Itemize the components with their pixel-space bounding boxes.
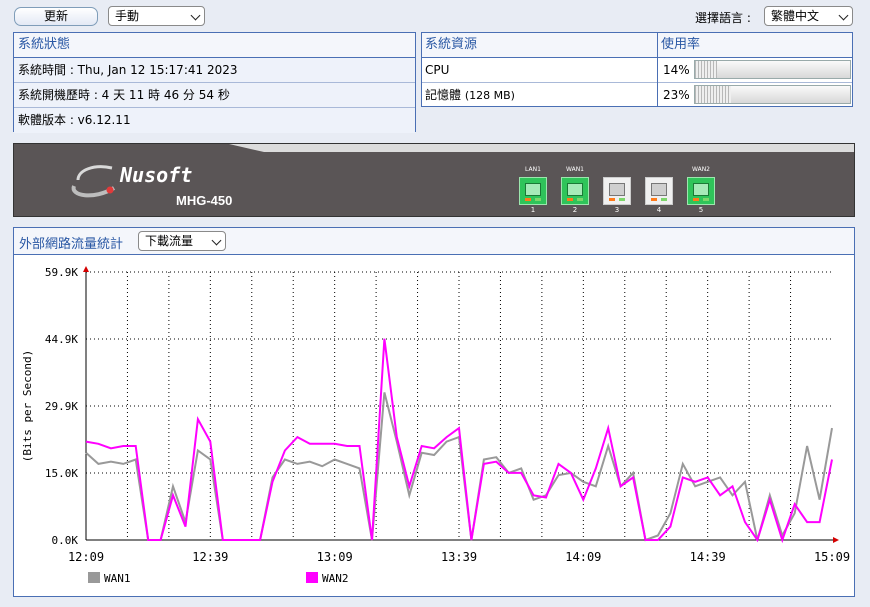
port-label: WAN1 [565,166,584,173]
legend-swatch [88,572,100,583]
series-line-wan1 [85,392,833,542]
chevron-down-icon [838,10,849,21]
language-value: 繁體中文 [771,9,820,23]
x-tick-label: 12:39 [192,550,228,564]
system-time: 系統時間 : Thu, Jan 12 15:17:41 2023 [14,58,415,83]
y-tick-label: 44.9K [45,333,78,346]
system-status-panel: 系統狀態 系統時間 : Thu, Jan 12 15:17:41 2023 系統… [13,32,416,133]
port-label: LAN1 [525,166,541,173]
port-number: 1 [530,206,536,214]
ethernet-port-icon [645,177,673,205]
refresh-mode-value: 手動 [115,9,140,23]
port-number: 5 [698,206,704,214]
port-label: WAN2 [691,166,710,173]
system-status-header: 系統狀態 [14,33,415,58]
y-tick-label: 0.0K [52,534,79,547]
y-tick-label: 59.9K [45,266,78,279]
svg-text:Nusoft: Nusoft [119,163,192,187]
x-tick-label: 13:09 [317,550,353,564]
legend-label: WAN2 [322,572,349,585]
memory-usage-value: 23% [663,88,690,102]
refresh-mode-select[interactable]: 手動 [108,6,205,26]
resources-header: 系統資源 [422,33,657,58]
traffic-direction-value: 下載流量 [145,234,194,248]
legend-swatch [306,572,318,583]
ethernet-port-icon [519,177,547,205]
port-number: 3 [614,206,620,214]
ethernet-port-icon [603,177,631,205]
y-axis-label: (Bits per Second) [21,350,34,463]
y-tick-label: 15.0K [45,467,78,480]
cpu-usage-value: 14% [663,63,690,77]
port-number: 2 [572,206,578,214]
x-axis-arrow-icon [833,537,839,543]
chevron-down-icon [190,10,201,21]
software-version: 軟體版本 : v6.12.11 [14,108,415,133]
cpu-label: CPU [425,63,450,77]
usage-header: 使用率 [658,33,852,58]
device-model: MHG-450 [176,193,233,208]
traffic-panel: 外部網路流量統計 下載流量 0.0K 15.0K 29.9K 44.9K 59.9K 12… [13,227,855,597]
refresh-button[interactable]: 更新 [14,7,98,26]
x-tick-label: 12:09 [68,550,104,564]
chevron-down-icon [211,235,222,246]
language-select[interactable]: 繁體中文 [764,6,853,26]
device-panel: Nusoft MHG-450 LAN1 1 WAN1 2 3 4 WAN2 5 [13,143,855,217]
port-number: 4 [656,206,662,214]
x-tick-label: 14:09 [565,550,601,564]
memory-usage-bar [694,85,851,104]
x-tick-label: 15:09 [814,550,850,564]
x-tick-label: 13:39 [441,550,477,564]
ethernet-port-icon [687,177,715,205]
traffic-title: 外部網路流量統計 [19,237,124,252]
y-axis-arrow-icon [83,266,89,272]
system-uptime: 系統開機歷時 : 4 天 11 時 46 分 54 秒 [14,83,415,108]
y-tick-label: 29.9K [45,400,78,413]
cpu-usage-bar [694,60,851,79]
legend-label: WAN1 [104,572,131,585]
system-resources-panel: 系統資源 使用率 CPU 14% 記憶體 (128 MB) 23% [421,32,853,107]
x-tick-label: 14:39 [690,550,726,564]
language-label: 選擇語言 : [695,11,751,25]
traffic-direction-select[interactable]: 下載流量 [138,231,226,251]
traffic-chart: 0.0K 15.0K 29.9K 44.9K 59.9K 12:09 12:39 13:09 1… [21,266,850,585]
ethernet-port-icon [561,177,589,205]
memory-label: 記憶體 (128 MB) [425,88,515,102]
